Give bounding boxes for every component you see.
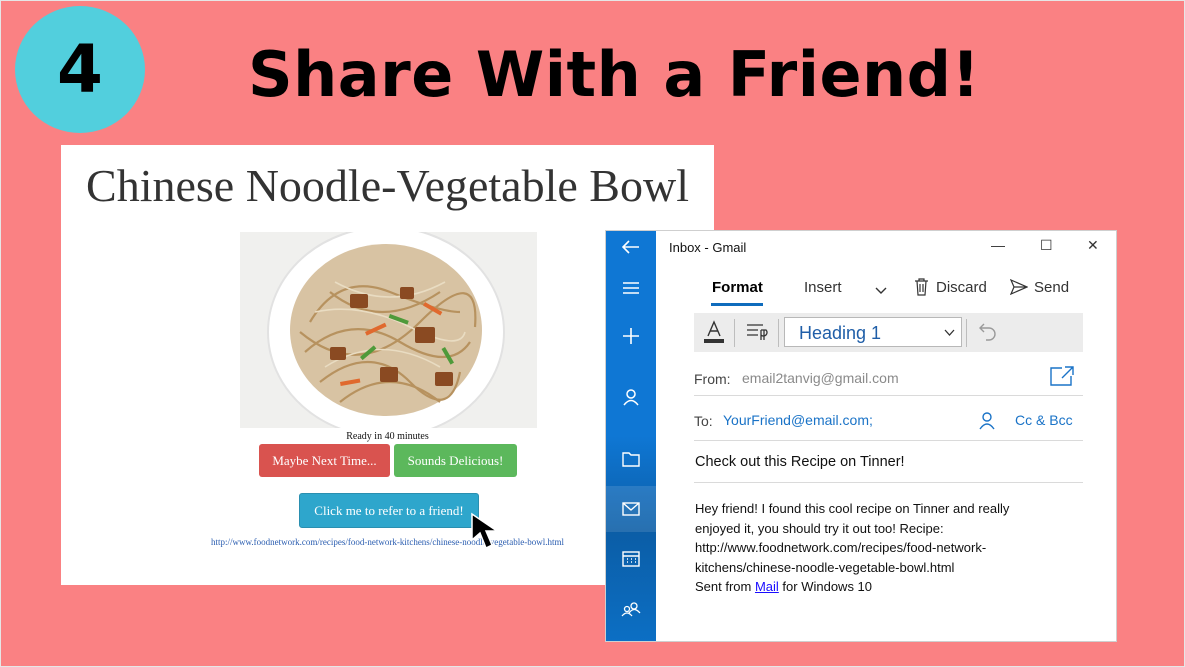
toolbar-divider: [778, 319, 779, 347]
to-field[interactable]: YourFriend@email.com;: [723, 412, 873, 428]
paragraph-format-icon[interactable]: [746, 323, 768, 346]
people-icon[interactable]: [606, 589, 656, 629]
discard-button[interactable]: Discard: [936, 279, 987, 296]
noodle-bowl-photo: [240, 232, 537, 428]
subject-field[interactable]: Check out this Recipe on Tinner!: [695, 454, 905, 470]
tab-insert[interactable]: Insert: [804, 279, 842, 296]
mail-icon[interactable]: [606, 489, 656, 529]
toolbar-divider: [966, 319, 967, 347]
tab-format[interactable]: Format: [712, 279, 763, 296]
from-row: From: email2tanvig@gmail.com: [694, 355, 1083, 396]
style-select-value: Heading 1: [799, 323, 882, 343]
signature-line: Sent from Mail for Windows 10: [695, 577, 1075, 597]
menu-icon[interactable]: [606, 268, 656, 308]
chevron-down-icon[interactable]: [875, 282, 887, 300]
sounds-delicious-button[interactable]: Sounds Delicious!: [394, 444, 517, 477]
folder-icon[interactable]: [606, 439, 656, 479]
font-color-icon[interactable]: [703, 320, 725, 349]
slide-title: Share With a Friend!: [248, 38, 981, 111]
mail-app-link[interactable]: Mail: [755, 579, 779, 594]
cc-bcc-button[interactable]: Cc & Bcc: [1015, 412, 1073, 428]
body-line: kitchens/chinese-noodle-vegetable-bowl.h…: [695, 559, 955, 575]
contact-icon[interactable]: [979, 412, 995, 430]
back-icon[interactable]: [606, 227, 656, 267]
body-line: enjoyed it, you should try it out too! R…: [695, 520, 944, 536]
calendar-icon[interactable]: [606, 538, 656, 578]
to-label: To:: [694, 413, 713, 429]
close-button[interactable]: ✕: [1087, 237, 1099, 254]
body-line: http://www.foodnetwork.com/recipes/food-…: [695, 540, 987, 555]
body-line: Hey friend! I found this cool recipe on …: [695, 501, 1010, 516]
account-icon[interactable]: [606, 377, 656, 417]
noodle-bowl-image: [240, 232, 537, 428]
send-icon[interactable]: [1009, 278, 1029, 300]
step-badge: 4: [15, 6, 145, 133]
signature-suffix: for Windows 10: [778, 579, 873, 594]
recipe-title: Chinese Noodle-Vegetable Bowl: [86, 160, 689, 211]
from-field[interactable]: email2tanvig@gmail.com: [742, 370, 899, 386]
maximize-button[interactable]: ☐: [1040, 237, 1053, 254]
tab-format-underline: [711, 303, 763, 306]
signature-prefix: Sent from: [695, 579, 755, 594]
maybe-next-time-button[interactable]: Maybe Next Time...: [259, 444, 390, 477]
to-row: To: YourFriend@email.com; Cc & Bcc: [694, 395, 1083, 441]
minimize-button[interactable]: —: [991, 237, 1005, 253]
mail-window: Inbox - Gmail — ☐ ✕ Format Insert Discar…: [605, 230, 1117, 642]
popout-icon[interactable]: [1049, 365, 1075, 387]
send-button[interactable]: Send: [1034, 279, 1069, 296]
window-title: Inbox - Gmail: [669, 240, 747, 255]
step-number: 4: [57, 31, 103, 108]
toolbar-divider: [734, 319, 735, 347]
from-label: From:: [694, 371, 731, 387]
undo-icon[interactable]: [978, 322, 998, 347]
chevron-down-icon: [944, 329, 955, 336]
new-mail-icon[interactable]: [606, 316, 656, 356]
mouse-cursor-icon: [471, 512, 500, 550]
trash-icon[interactable]: [914, 278, 929, 301]
style-select[interactable]: Heading 1: [784, 317, 962, 347]
refer-friend-button[interactable]: Click me to refer to a friend!: [299, 493, 479, 528]
message-body[interactable]: Hey friend! I found this cool recipe on …: [695, 499, 1075, 597]
format-toolbar: Heading 1: [694, 313, 1083, 352]
